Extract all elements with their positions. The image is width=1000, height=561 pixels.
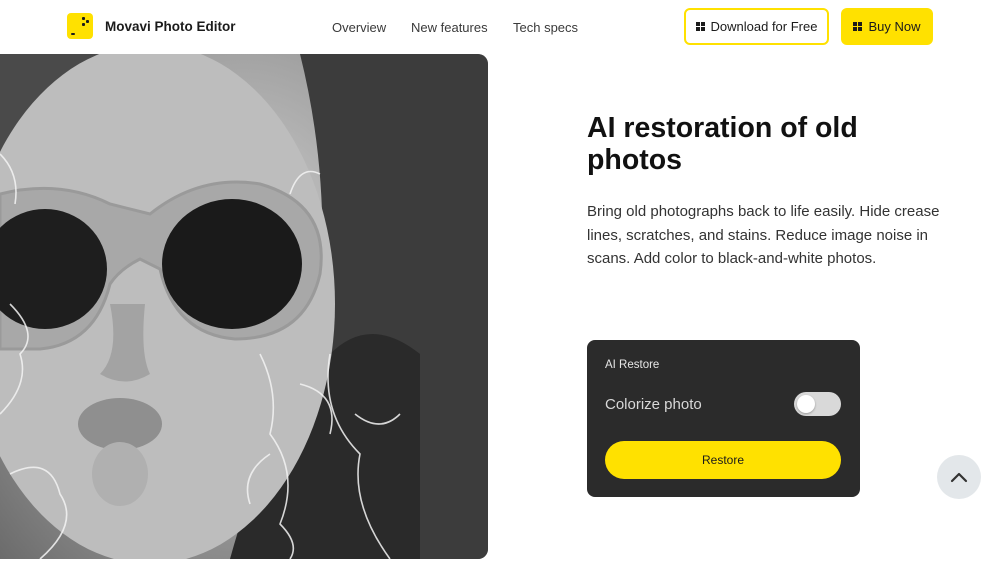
download-button[interactable]: Download for Free xyxy=(684,8,829,45)
buy-now-button[interactable]: Buy Now xyxy=(841,8,933,45)
nav-overview[interactable]: Overview xyxy=(332,20,386,35)
nav-tech-specs[interactable]: Tech specs xyxy=(513,20,578,35)
brand-name[interactable]: Movavi Photo Editor xyxy=(105,19,236,34)
restore-button[interactable]: Restore xyxy=(605,441,841,479)
portrait-illustration xyxy=(0,54,488,559)
scroll-to-top-button[interactable] xyxy=(937,455,981,499)
hero-description: Bring old photographs back to life easil… xyxy=(587,203,940,267)
demo-photo xyxy=(0,54,488,559)
colorize-toggle[interactable] xyxy=(794,392,841,416)
windows-icon xyxy=(853,22,863,31)
ai-restore-panel: AI Restore Colorize photo Restore xyxy=(587,340,860,497)
download-button-label: Download for Free xyxy=(710,19,818,34)
movavi-logo-icon[interactable] xyxy=(67,13,93,39)
hero-title: AI restoration of old photos xyxy=(587,112,858,176)
chevron-up-icon xyxy=(950,472,968,483)
restore-button-label: Restore xyxy=(701,453,745,467)
site-header: Movavi Photo Editor Overview New feature… xyxy=(0,0,1000,54)
windows-icon xyxy=(695,22,705,31)
colorize-label: Colorize photo xyxy=(605,396,702,413)
nav-new-features[interactable]: New features xyxy=(411,20,488,35)
buy-now-button-label: Buy Now xyxy=(868,19,921,34)
toggle-knob xyxy=(797,395,815,413)
panel-title: AI Restore xyxy=(605,359,660,371)
